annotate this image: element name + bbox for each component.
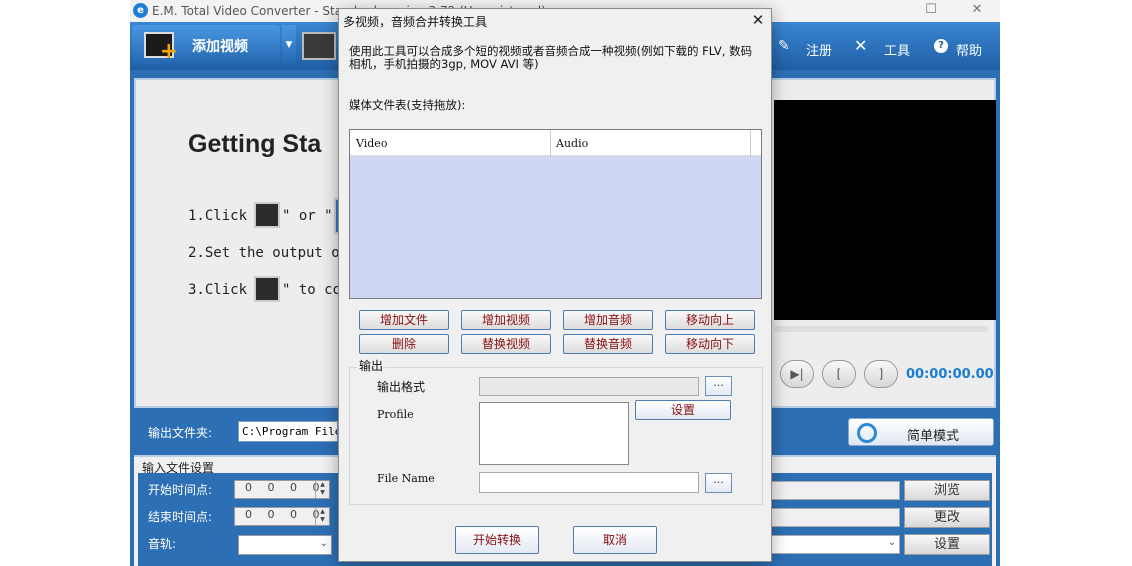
format-browse-button[interactable]: ...	[705, 376, 732, 396]
dialog-description: 使用此工具可以合成多个短的视频或者音频合成一种视频(例如下载的 FLV, 数码相…	[349, 44, 753, 71]
replace-audio-button[interactable]: 替换音频	[563, 334, 653, 354]
end-time-spinner-icon[interactable]: ▲ ▼	[315, 508, 329, 525]
time-readout: 00:00:00.00	[906, 367, 994, 382]
start-time-field[interactable]: 0 0 0 0 ▲ ▼	[234, 480, 330, 499]
output-format-field[interactable]	[479, 377, 699, 396]
cancel-button[interactable]: 取消	[573, 526, 657, 554]
profile-label: Profile	[377, 408, 414, 421]
merge-tool-dialog: 多视频，音频合并转换工具 ✕ 使用此工具可以合成多个短的视频或者音频合成一种视频…	[338, 8, 772, 562]
simple-mode-label: 简单模式	[907, 429, 960, 444]
start-time-label: 开始时间点:	[148, 483, 213, 497]
film-add-icon	[144, 32, 178, 64]
browse-button[interactable]: 浏览	[904, 480, 990, 501]
close-window-icon[interactable]: ✕	[954, 2, 1000, 20]
output-format-label: 输出格式	[377, 380, 426, 394]
convert-toolbar-icon[interactable]	[302, 32, 336, 60]
dialog-close-icon[interactable]: ✕	[747, 11, 769, 31]
add-video-dialog-button[interactable]: 增加视频	[461, 310, 551, 330]
next-frame-button[interactable]: ▶|	[780, 360, 814, 388]
add-audio-button[interactable]: 增加音频	[563, 310, 653, 330]
preview-panel: ▶| [ ] 00:00:00.00	[770, 78, 996, 408]
add-video-button[interactable]: 添加视频	[132, 25, 280, 65]
step-1-suffix: " or "	[282, 208, 333, 224]
mark-out-button[interactable]: ]	[864, 360, 898, 388]
move-down-button[interactable]: 移动向下	[665, 334, 755, 354]
add-file-button[interactable]: 增加文件	[359, 310, 449, 330]
filename-browse-button[interactable]: ...	[705, 473, 732, 493]
media-list-header: Video Audio	[350, 130, 761, 156]
video-column-header[interactable]: Video	[356, 137, 387, 150]
end-time-value: 0 0 0 0	[245, 508, 326, 521]
input-field-2[interactable]	[770, 508, 900, 527]
end-time-label: 结束时间点:	[148, 510, 213, 524]
media-list-label: 媒体文件表(支持拖放):	[349, 98, 466, 112]
add-video-label: 添加视频	[192, 39, 248, 55]
output-group-title: 输出	[357, 357, 386, 374]
register-icon: ✎	[778, 38, 790, 54]
input-settings-button[interactable]: 设置	[904, 534, 990, 555]
start-time-value: 0 0 0 0	[245, 481, 326, 494]
column-divider[interactable]	[750, 130, 751, 156]
audio-track-label: 音轨:	[148, 537, 177, 551]
column-divider[interactable]	[550, 130, 551, 156]
input-select-3[interactable]: ⌄	[770, 535, 900, 554]
tools-icon: ✕	[854, 36, 868, 55]
start-convert-button[interactable]: 开始转换	[455, 526, 539, 554]
tools-link[interactable]: 工具	[884, 40, 910, 59]
step-1: 1.Click "	[188, 208, 264, 224]
output-folder-label: 输出文件夹:	[148, 426, 213, 440]
file-name-input[interactable]	[479, 472, 699, 493]
getting-started-title: Getting Sta	[188, 130, 322, 158]
end-time-field[interactable]: 0 0 0 0 ▲ ▼	[234, 507, 330, 526]
change-button[interactable]: 更改	[904, 507, 990, 528]
convert-step-icon	[254, 276, 280, 302]
output-folder-field[interactable]: C:\Program Files	[238, 421, 338, 442]
dialog-title: 多视频，音频合并转换工具	[343, 15, 488, 29]
audio-track-select[interactable]: ⌄	[238, 535, 332, 555]
mark-in-button[interactable]: [	[822, 360, 856, 388]
audio-column-header[interactable]: Audio	[556, 137, 588, 150]
seek-bar[interactable]	[774, 326, 988, 332]
step-2: 2.Set the output opt	[188, 245, 357, 261]
help-icon: ?	[934, 39, 948, 53]
register-link[interactable]: 注册	[806, 40, 832, 59]
simple-mode-button[interactable]: 简单模式	[848, 418, 994, 446]
output-settings-button[interactable]: 设置	[635, 400, 731, 420]
getting-started-panel: Getting Sta 1.Click " " or " 2.Set the o…	[134, 78, 364, 408]
add-video-step-icon	[254, 202, 280, 228]
step-1-text: 1.Click "	[188, 208, 264, 224]
replace-video-button[interactable]: 替换视频	[461, 334, 551, 354]
help-link[interactable]: 帮助	[956, 40, 982, 59]
input-field-1[interactable]	[770, 481, 900, 500]
delete-button[interactable]: 删除	[359, 334, 449, 354]
chevron-down-icon: ⌄	[887, 537, 896, 548]
maximize-icon[interactable]: ☐	[908, 2, 954, 20]
profile-textbox[interactable]	[479, 402, 629, 465]
add-dropdown-arrow-icon[interactable]: ▼	[282, 25, 296, 65]
move-up-button[interactable]: 移动向上	[665, 310, 755, 330]
media-file-list[interactable]: Video Audio	[349, 129, 762, 299]
chevron-down-icon: ⌄	[319, 538, 328, 549]
refresh-icon	[857, 423, 877, 443]
step-3: 3.Click "	[188, 282, 264, 298]
app-logo-icon: e	[133, 3, 148, 18]
video-preview-screen	[774, 100, 996, 320]
start-time-spinner-icon[interactable]: ▲ ▼	[315, 481, 329, 498]
file-name-label: File Name	[377, 472, 435, 485]
